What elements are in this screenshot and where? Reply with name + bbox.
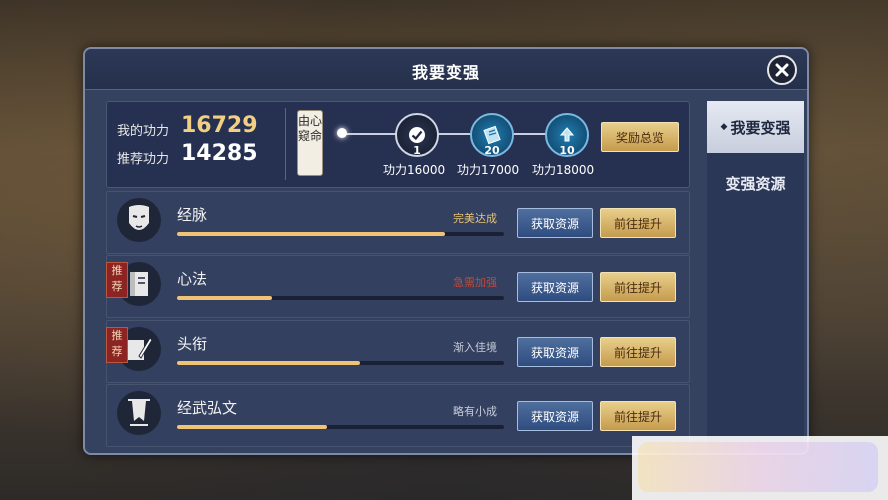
reward-overview-button[interactable]: 奖励总览 <box>601 122 679 152</box>
check-icon <box>409 127 425 143</box>
row-icon-wrap <box>117 198 161 242</box>
go-improve-button[interactable]: 前往提升 <box>600 208 676 238</box>
get-resource-button[interactable]: 获取资源 <box>517 401 593 431</box>
go-improve-button[interactable]: 前往提升 <box>600 401 676 431</box>
watermark-overlay <box>632 436 888 500</box>
main-content: 我的功力 16729 推荐功力 14285 由心窥命 1 20 10 功力160… <box>102 99 690 447</box>
close-button[interactable] <box>767 55 797 85</box>
recommend-tag: 推荐 <box>106 327 128 363</box>
row-name: 头衔 <box>177 335 208 353</box>
my-power-label: 我的功力 <box>117 124 170 139</box>
brush-icon <box>128 337 153 360</box>
row-name: 经武弘文 <box>177 399 238 417</box>
progress-bar <box>177 425 504 429</box>
milestone-node-2[interactable]: 20 <box>470 113 514 157</box>
go-improve-button[interactable]: 前往提升 <box>600 337 676 367</box>
my-power-value: 16729 <box>181 113 258 138</box>
go-improve-button[interactable]: 前往提升 <box>600 272 676 302</box>
milestone-num: 1 <box>413 144 421 157</box>
tab-strengthen[interactable]: ◆ 我要变强 <box>707 101 804 153</box>
progress-fill <box>177 232 446 236</box>
row-status: 略有小成 <box>453 405 497 418</box>
progress-bar <box>177 361 504 365</box>
mask-icon <box>129 205 149 230</box>
dialog-title: 我要变强 <box>411 63 480 82</box>
tab-label: 变强资源 <box>725 174 786 193</box>
recommended-power-label: 推荐功力 <box>117 152 170 167</box>
get-resource-button[interactable]: 获取资源 <box>517 208 593 238</box>
summary-divider <box>285 108 286 180</box>
milestone-num: 20 <box>484 144 500 157</box>
list-item-jingmai: 经脉 完美达成 获取资源 前往提升 <box>106 191 690 254</box>
row-icon-wrap <box>117 391 161 435</box>
list-item-xinfa: 推荐 心法 急需加强 获取资源 前往提升 <box>106 255 690 318</box>
milestone-num: 10 <box>559 144 575 157</box>
side-tabs: ◆ 我要变强 变强资源 <box>707 101 804 449</box>
progress-fill <box>177 361 361 365</box>
close-icon <box>775 63 789 77</box>
row-status: 急需加强 <box>453 276 497 289</box>
row-status: 渐入佳境 <box>453 341 497 354</box>
track-start-dot <box>337 128 347 138</box>
row-name: 经脉 <box>177 206 208 224</box>
milestone-node-3[interactable]: 10 <box>545 113 589 157</box>
milestone-node-1[interactable]: 1 <box>395 113 439 157</box>
row-name: 心法 <box>177 270 208 288</box>
milestone-caption: 功力18000 <box>532 163 595 177</box>
diamond-icon: ◆ <box>720 122 728 132</box>
seal-label: 由心窥命 <box>297 110 323 176</box>
progress-bar <box>177 296 504 300</box>
recommended-power-value: 14285 <box>181 141 258 166</box>
list-item-touxian: 推荐 头衔 渐入佳境 获取资源 前往提升 <box>106 320 690 383</box>
milestone-caption: 功力17000 <box>457 163 520 177</box>
scroll-icon <box>483 125 501 145</box>
progress-bar <box>177 232 504 236</box>
power-summary: 我的功力 16729 推荐功力 14285 由心窥命 1 20 10 功力160… <box>106 101 690 188</box>
progress-fill <box>177 296 272 300</box>
tab-label: 我要变强 <box>730 118 791 137</box>
book-icon <box>130 272 148 296</box>
progress-fill <box>177 425 328 429</box>
dialog-titlebar: 我要变强 <box>85 49 807 90</box>
upgrade-icon <box>559 127 575 142</box>
list-item-jingwuhongwen: 经武弘文 略有小成 获取资源 前往提升 <box>106 384 690 447</box>
recommend-tag: 推荐 <box>106 262 128 298</box>
banner-icon <box>128 399 150 426</box>
watermark-glow <box>638 442 878 492</box>
milestone-caption: 功力16000 <box>383 163 446 177</box>
milestone-track <box>343 133 573 135</box>
get-resource-button[interactable]: 获取资源 <box>517 337 593 367</box>
row-status: 完美达成 <box>453 212 497 225</box>
tab-resources[interactable]: 变强资源 <box>707 157 804 209</box>
strengthen-dialog: 我要变强 我的功力 16729 推荐功力 14285 由心窥命 1 20 10 … <box>83 47 809 455</box>
get-resource-button[interactable]: 获取资源 <box>517 272 593 302</box>
